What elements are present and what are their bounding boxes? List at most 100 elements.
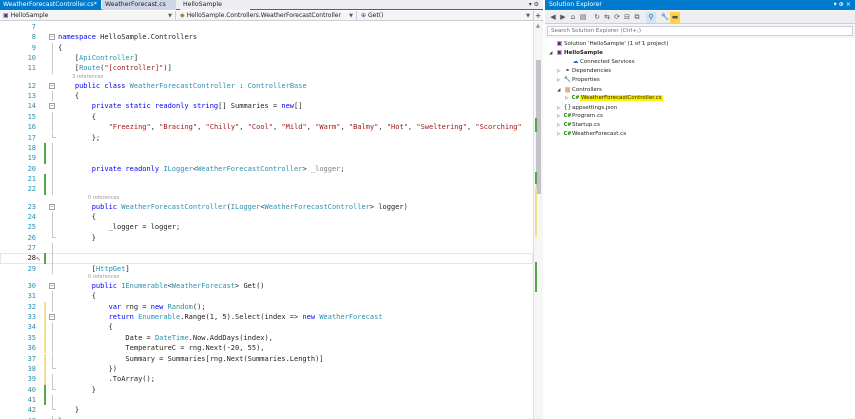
collapse-region-icon[interactable]: −	[49, 32, 56, 42]
code-line[interactable]: 17 };	[0, 132, 533, 143]
pending-changes-icon[interactable]: ↻	[592, 12, 602, 23]
code-line[interactable]: 16 "Freezing", "Bracing", "Chilly", "Coo…	[0, 122, 533, 133]
tab-weatherforecast[interactable]: WeatherForecast.cs	[102, 0, 176, 10]
collapse-region-icon[interactable]: −	[49, 312, 56, 322]
sync-icon[interactable]: ⇆	[602, 12, 612, 23]
code-token: "Hot"	[386, 123, 408, 132]
code-token: "Chilly"	[205, 123, 240, 132]
preview-selected-icon[interactable]: ▬	[670, 12, 680, 23]
code-line[interactable]: 41	[0, 394, 533, 406]
code-line[interactable]: 14 − private static readonly string[] Sum…	[0, 101, 533, 111]
code-line[interactable]: 15 {	[0, 111, 533, 123]
code-line[interactable]: 21	[0, 173, 533, 185]
code-line[interactable]: 42 }	[0, 405, 533, 415]
code-line[interactable]: 33 − return Enumerable.Range(1, 5).Select…	[0, 312, 533, 323]
filter-icon[interactable]: ⚲	[646, 12, 656, 23]
collapse-region-icon[interactable]: −	[49, 202, 56, 212]
line-number: 28	[27, 254, 36, 263]
code-line[interactable]: 13 {	[0, 91, 533, 102]
tree-node[interactable]: ▷ C#WeatherForecast.cs	[557, 130, 626, 139]
code-line[interactable]: 32 var rng = new Random();	[0, 301, 533, 313]
code-line[interactable]: 12 − public class WeatherForecastControll…	[0, 81, 533, 91]
code-line[interactable]: 29 [HttpGet]	[0, 263, 533, 275]
code-lens-references[interactable]: 0 references	[88, 274, 119, 281]
tree-node[interactable]: ◢ ▆ Controllers	[557, 85, 602, 94]
show-all-files-icon[interactable]: ⧉	[632, 12, 642, 23]
change-indicator	[44, 253, 46, 264]
tree-node[interactable]: ▷ C#Program.cs	[557, 112, 603, 121]
code-token: WeatherForecast	[171, 282, 236, 291]
collapse-region-icon[interactable]: −	[49, 81, 56, 91]
switch-views-icon[interactable]: ▤	[578, 12, 588, 23]
code-line[interactable]: 24 {	[0, 211, 533, 223]
split-window-icon[interactable]: +	[535, 11, 541, 21]
solution-explorer-toolbar: ◀ ▶ ⌂ ▤ ↻ ⇆ ⟳ ⊟ ⧉ ⚲ 🔧 ▬	[545, 11, 855, 24]
code-line[interactable]: 35 Date = DateTime.Now.AddDays(index),	[0, 332, 533, 344]
code-line[interactable]: 20 private readonly ILogger<WeatherForec…	[0, 163, 533, 174]
project-dropdown[interactable]: ▣ HelloSample ▼	[0, 11, 176, 21]
code-line[interactable]: 25 _logger = logger;	[0, 222, 533, 233]
code-line[interactable]: 18	[0, 142, 533, 154]
chevron-down-icon: ▼	[526, 13, 530, 19]
code-line[interactable]: 34 {	[0, 322, 533, 333]
code-area[interactable]: 7 8− namespace HelloSample.Controllers 9{10…	[0, 22, 533, 419]
code-line[interactable]: 27	[0, 243, 533, 254]
tab-hellosample[interactable]: HelloSample	[180, 0, 250, 10]
code-line[interactable]: 31 {	[0, 291, 533, 302]
panel-controls-icon[interactable]: ▾ ⊕ ×	[834, 0, 851, 10]
tab-overflow-icon[interactable]: ▾ ⚙	[529, 0, 539, 10]
collapse-all-icon[interactable]: ⊟	[622, 12, 632, 23]
code-lens-references[interactable]: 3 references	[72, 74, 103, 81]
forward-icon[interactable]: ▶	[558, 12, 568, 23]
code-line[interactable]: 43}	[0, 415, 533, 419]
tree-node[interactable]: ▷ C#Startup.cs	[557, 121, 600, 130]
code-line[interactable]: 10 [ApiController]	[0, 53, 533, 64]
tree-node[interactable]: ▷ C# WeatherForecastController.cs	[565, 94, 663, 103]
code-line[interactable]: 38 })	[0, 363, 533, 375]
line-number: 42	[27, 406, 36, 415]
code-lens-references[interactable]: 0 references	[88, 195, 119, 202]
scroll-up-icon[interactable]: ▲	[536, 23, 540, 29]
tab-weatherforecastcontroller[interactable]: WeatherForecastController.cs* ⊕ ×	[0, 0, 101, 10]
properties-icon[interactable]: 🔧	[660, 12, 670, 23]
member-dropdown[interactable]: ⊕ Get() ▼	[358, 11, 534, 21]
vertical-scrollbar[interactable]: ▲	[533, 22, 543, 419]
tree-node[interactable]: ▣ Solution 'HelloSample' (1 of 1 project)	[549, 39, 669, 48]
code-text: [Route("[controller]")]	[58, 63, 172, 73]
code-line[interactable]: 30 − public IEnumerable<WeatherForecast> …	[0, 281, 533, 291]
code-line[interactable]: 39 .ToArray();	[0, 374, 533, 385]
code-line[interactable]: 19	[0, 153, 533, 164]
code-token: "[controller]"	[104, 64, 164, 73]
code-line[interactable]: 37 Summary = Summaries[rng.Next(Summarie…	[0, 353, 533, 364]
code-editor-pane[interactable]: WeatherForecastController.cs* ⊕ × Weathe…	[0, 0, 543, 419]
collapse-region-icon[interactable]: −	[49, 101, 56, 111]
tree-node[interactable]: ☁ Connected Services	[565, 57, 635, 66]
refresh-icon[interactable]: ⟳	[612, 12, 622, 23]
code-line[interactable]: 36 TemperatureC = rng.Next(-20, 55),	[0, 343, 533, 354]
class-icon: ◆	[180, 12, 185, 19]
home-icon[interactable]: ⌂	[568, 12, 578, 23]
tree-node[interactable]: ▷ 🔧Properties	[557, 75, 600, 84]
line-number: 13	[27, 92, 36, 101]
code-token: new	[302, 313, 320, 322]
solution-explorer-search-input[interactable]: Search Solution Explorer (Ctrl+;)	[547, 26, 853, 36]
line-number: 24	[27, 212, 36, 221]
code-line[interactable]: 9{	[0, 42, 533, 54]
code-line[interactable]: 23 − public WeatherForecastController(ILo…	[0, 202, 533, 212]
code-token: .Now.AddDays(index),	[188, 333, 273, 342]
code-text: {	[58, 91, 79, 101]
code-line[interactable]: 8 − namespace HelloSample.Controllers	[0, 32, 533, 42]
code-line[interactable]: 11 [Route("[controller]")]	[0, 63, 533, 74]
code-line[interactable]: 40 }	[0, 384, 533, 395]
code-text: {	[58, 322, 113, 332]
tree-node[interactable]: ▷ {}appsettings.json	[557, 103, 617, 112]
class-dropdown[interactable]: ◆ HelloSample.Controllers.WeatherForecast…	[177, 11, 357, 21]
back-icon[interactable]: ◀	[548, 12, 558, 23]
code-line[interactable]: 22	[0, 184, 533, 195]
code-line[interactable]: 28 ✎	[0, 253, 533, 264]
code-line[interactable]: 26 }	[0, 232, 533, 243]
tree-node[interactable]: ◢ ▣ HelloSample	[549, 48, 603, 57]
collapse-region-icon[interactable]: −	[49, 281, 56, 291]
code-line[interactable]: 7	[0, 22, 533, 32]
tree-node[interactable]: ▷ ⚭ Dependencies	[557, 66, 611, 75]
